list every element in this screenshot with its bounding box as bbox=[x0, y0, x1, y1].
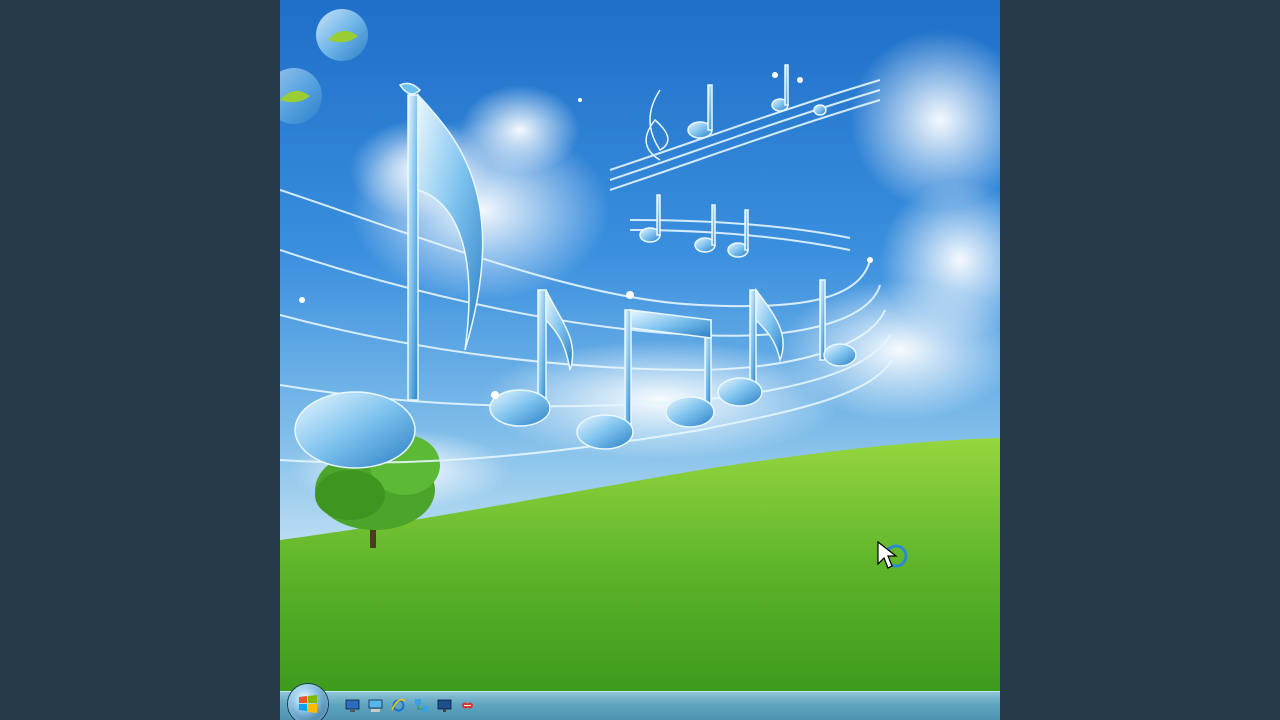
bubbles bbox=[280, 9, 368, 124]
busy-cursor-icon bbox=[877, 540, 908, 569]
windows-logo-icon bbox=[299, 695, 317, 713]
monitor-icon[interactable] bbox=[436, 697, 453, 714]
taskbar bbox=[280, 684, 1000, 720]
wallpaper bbox=[280, 9, 1000, 692]
start-button[interactable] bbox=[288, 684, 328, 720]
internet-explorer-icon[interactable] bbox=[390, 697, 407, 714]
quick-launch bbox=[344, 697, 476, 714]
desktop bbox=[280, 0, 1000, 720]
computer-icon[interactable] bbox=[367, 697, 384, 714]
media-player-icon[interactable] bbox=[459, 697, 476, 714]
show-desktop-icon[interactable] bbox=[344, 697, 361, 714]
network-icon[interactable] bbox=[413, 697, 430, 714]
